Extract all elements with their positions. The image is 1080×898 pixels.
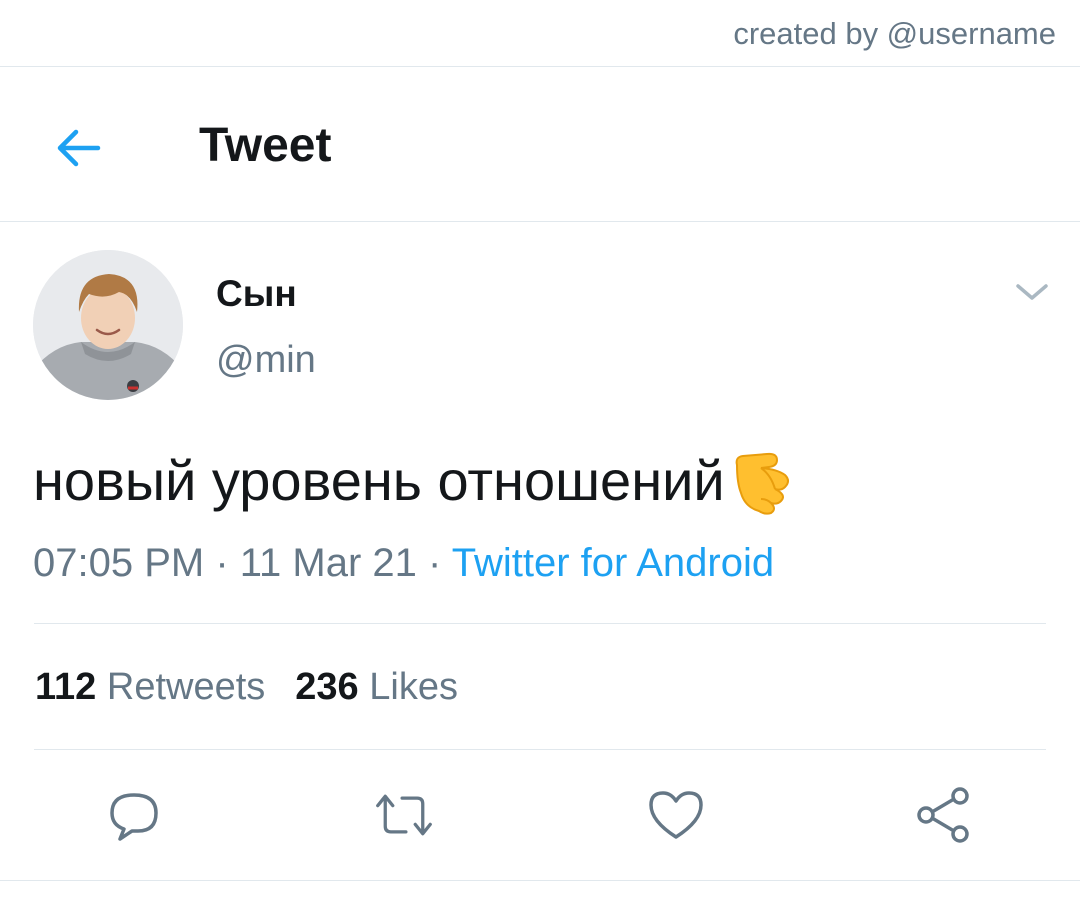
share-button[interactable]	[914, 785, 974, 845]
retweets-stat[interactable]: 112 Retweets	[35, 666, 265, 708]
likes-stat[interactable]: 236 Likes	[295, 666, 458, 708]
tweet-stats: 112 Retweets 236 Likes	[35, 666, 458, 709]
credit-text: created by @username	[733, 16, 1056, 51]
chevron-down-icon	[1016, 284, 1048, 300]
tweet-body: новый уровень отношений	[33, 448, 725, 512]
share-icon	[917, 787, 969, 843]
back-button[interactable]	[50, 120, 106, 176]
tweet-source-link[interactable]: Twitter for Android	[452, 541, 774, 585]
page-title: Tweet	[199, 119, 332, 172]
tweet-date: 11 Mar 21	[239, 541, 417, 585]
avatar-image	[33, 250, 183, 400]
arrow-left-icon	[57, 129, 101, 167]
reply-icon	[110, 793, 158, 841]
divider	[0, 880, 1080, 881]
like-icon	[649, 791, 703, 839]
retweets-label: Retweets	[106, 666, 266, 708]
tweet-time: 07:05 PM	[33, 541, 205, 585]
tweet-text: новый уровень отношений	[33, 445, 791, 515]
divider	[34, 749, 1046, 750]
like-button[interactable]	[646, 785, 706, 845]
likes-label: Likes	[369, 666, 458, 708]
more-options-button[interactable]	[1010, 272, 1054, 312]
author-name[interactable]: Сын	[216, 273, 297, 315]
tweet-meta: 07:05 PM · 11 Mar 21 · Twitter for Andro…	[33, 541, 774, 586]
retweet-button[interactable]	[374, 785, 434, 845]
divider	[0, 221, 1080, 222]
avatar[interactable]	[33, 250, 183, 400]
divider	[0, 66, 1080, 67]
likes-count: 236	[295, 666, 359, 708]
meta-separator: ·	[416, 541, 452, 585]
divider	[34, 623, 1046, 624]
hand-emoji-icon	[735, 452, 789, 515]
retweets-count: 112	[35, 666, 97, 708]
reply-button[interactable]	[104, 785, 164, 845]
retweet-icon	[376, 794, 432, 836]
meta-separator: ·	[204, 541, 240, 585]
author-handle[interactable]: @min	[216, 339, 316, 382]
